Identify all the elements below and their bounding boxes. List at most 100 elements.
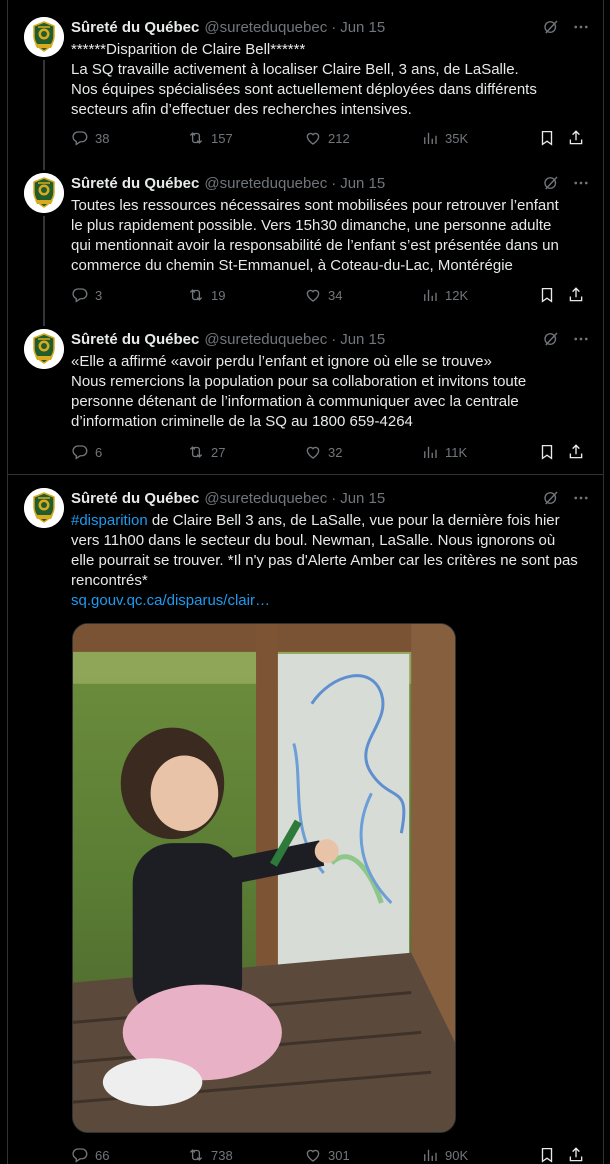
tweet-actions: 6 27 32 11K — [71, 443, 597, 463]
repost-button[interactable]: 738 — [187, 1146, 233, 1164]
reply-count: 3 — [95, 287, 103, 303]
separator-dot: · — [331, 330, 337, 348]
like-button[interactable]: 32 — [304, 443, 342, 461]
tweet-line: secteurs afin d’effectuer des recherches… — [71, 101, 412, 118]
separator-dot: · — [331, 174, 337, 192]
bookmark-button[interactable] — [538, 286, 556, 304]
repost-button[interactable]: 19 — [187, 286, 225, 304]
repost-icon — [187, 1146, 205, 1164]
sq-badge-icon — [24, 329, 64, 369]
grok-icon[interactable] — [541, 17, 561, 37]
reply-icon — [71, 286, 89, 304]
views-icon — [421, 443, 439, 461]
hashtag-link[interactable]: #disparition — [71, 512, 148, 529]
tweet-top-icons — [541, 17, 591, 37]
reply-button[interactable]: 3 — [71, 286, 102, 304]
author-handle[interactable]: @sureteduquebec — [204, 19, 327, 36]
tweet-text: ******Disparition de Claire Bell****** L… — [71, 40, 593, 120]
bookmark-button[interactable] — [538, 443, 556, 461]
reply-count: 38 — [95, 130, 110, 146]
views-button[interactable]: 11K — [421, 443, 467, 461]
like-count: 34 — [328, 287, 343, 303]
tweet-text: «Elle a affirmé «avoir perdu l’enfant et… — [71, 352, 593, 432]
author-handle[interactable]: @sureteduquebec — [204, 175, 327, 192]
author-handle[interactable]: @sureteduquebec — [204, 490, 327, 507]
repost-button[interactable]: 27 — [187, 443, 225, 461]
thread-connector — [43, 160, 45, 166]
repost-count: 738 — [211, 1147, 233, 1163]
views-button[interactable]: 90K — [421, 1146, 468, 1164]
external-link[interactable]: sq.gouv.qc.ca/disparus/clair… — [71, 591, 593, 611]
more-icon[interactable] — [571, 17, 591, 37]
tweet-line: elle pourrait se trouver. *Il n'y pas d'… — [71, 552, 578, 569]
bookmark-icon — [538, 286, 556, 304]
like-icon — [304, 443, 322, 461]
grok-icon[interactable] — [541, 173, 561, 193]
more-icon[interactable] — [571, 173, 591, 193]
author-name[interactable]: Sûreté du Québec — [71, 490, 199, 507]
views-icon — [421, 286, 439, 304]
repost-button[interactable]: 157 — [187, 129, 233, 147]
like-icon — [304, 1146, 322, 1164]
tweet-line: «Elle a affirmé «avoir perdu l’enfant et… — [71, 353, 492, 370]
views-count: 90K — [445, 1147, 469, 1163]
like-button[interactable]: 212 — [304, 129, 350, 147]
tweet-date[interactable]: Jun 15 — [340, 490, 385, 507]
like-count: 301 — [328, 1147, 350, 1163]
views-button[interactable]: 12K — [421, 286, 468, 304]
share-button[interactable] — [567, 1146, 585, 1164]
bookmark-button[interactable] — [538, 1146, 556, 1164]
bookmark-button[interactable] — [538, 129, 556, 147]
tweet-date[interactable]: Jun 15 — [340, 175, 385, 192]
author-name[interactable]: Sûreté du Québec — [71, 19, 199, 36]
avatar[interactable] — [24, 17, 64, 57]
author-name[interactable]: Sûreté du Québec — [71, 331, 199, 348]
share-icon — [567, 443, 585, 461]
author-name[interactable]: Sûreté du Québec — [71, 175, 199, 192]
tweet-text: #disparition de Claire Bell 3 ans, de La… — [71, 511, 593, 611]
views-count: 11K — [445, 444, 468, 460]
tweet-top-icons — [541, 173, 591, 193]
tweet-line: Nos équipes spécialisées sont actuelleme… — [71, 81, 537, 98]
like-button[interactable]: 34 — [304, 286, 342, 304]
thread-connector — [43, 60, 45, 170]
more-icon[interactable] — [571, 488, 591, 508]
tweet-photo[interactable] — [72, 623, 456, 1133]
like-button[interactable]: 301 — [304, 1146, 350, 1164]
tweet-line: vers 11h00 dans le secteur du boul. Newm… — [71, 532, 556, 549]
grok-icon[interactable] — [541, 488, 561, 508]
avatar[interactable] — [24, 329, 64, 369]
tweet-2[interactable]: Sûreté du Québec @sureteduquebec · Jun 1… — [8, 160, 603, 326]
like-count: 32 — [328, 444, 343, 460]
separator-dot: · — [331, 18, 337, 36]
reply-button[interactable]: 6 — [71, 443, 102, 461]
tweet-3[interactable]: Sûreté du Québec @sureteduquebec · Jun 1… — [8, 316, 603, 474]
tweet-line: qui mentionnait avoir la responsabilité … — [71, 237, 559, 254]
grok-icon[interactable] — [541, 329, 561, 349]
separator-dot: · — [331, 489, 337, 507]
reply-button[interactable]: 38 — [71, 129, 109, 147]
tweet-actions: 66 738 301 90K — [71, 1146, 597, 1164]
tweet-line: rencontrés* — [71, 572, 148, 589]
views-count: 35K — [445, 130, 469, 146]
child-photo-illustration — [73, 624, 455, 1132]
share-button[interactable] — [567, 129, 585, 147]
views-button[interactable]: 35K — [421, 129, 468, 147]
views-count: 12K — [445, 287, 469, 303]
more-icon[interactable] — [571, 329, 591, 349]
thread-connector — [43, 316, 45, 322]
tweet-date[interactable]: Jun 15 — [340, 19, 385, 36]
tweet-header: Sûreté du Québec @sureteduquebec · Jun 1… — [71, 17, 385, 37]
thread-connector — [43, 216, 45, 326]
tweet-date[interactable]: Jun 15 — [340, 331, 385, 348]
share-button[interactable] — [567, 286, 585, 304]
share-button[interactable] — [567, 443, 585, 461]
avatar[interactable] — [24, 173, 64, 213]
avatar[interactable] — [24, 488, 64, 528]
author-handle[interactable]: @sureteduquebec — [204, 331, 327, 348]
tweet-1[interactable]: Sûreté du Québec @sureteduquebec · Jun 1… — [8, 10, 603, 170]
reply-button[interactable]: 66 — [71, 1146, 109, 1164]
tweet-line: le plus rapidement possible. Vers 15h30 … — [71, 217, 552, 234]
like-icon — [304, 129, 322, 147]
reply-icon — [71, 443, 89, 461]
